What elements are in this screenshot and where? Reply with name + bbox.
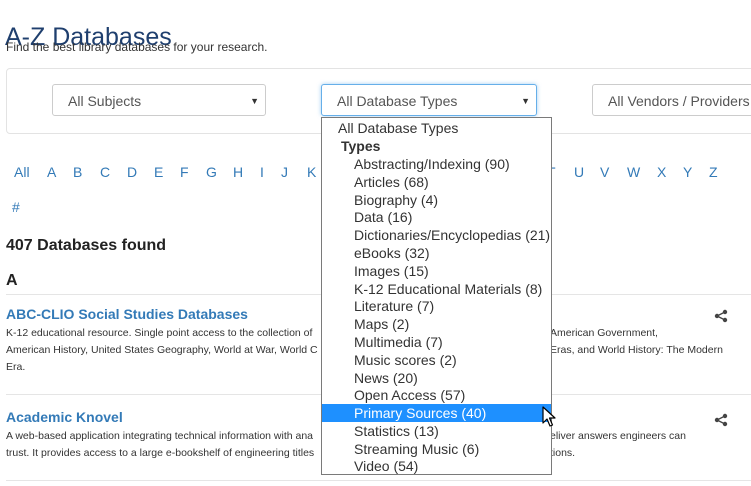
mouse-pointer-icon: [542, 406, 556, 427]
database-description-text: Eras, and World History: The Modern: [550, 344, 723, 356]
dropdown-option[interactable]: Statistics (13): [322, 422, 551, 440]
divider: [6, 480, 751, 481]
dropdown-option-highlighted[interactable]: Primary Sources (40): [322, 404, 551, 422]
database-description-text: K-12 educational resource. Single point …: [6, 327, 313, 339]
caret-down-icon: ▼: [521, 96, 530, 106]
dropdown-option[interactable]: K-12 Educational Materials (8): [322, 280, 551, 298]
share-icon[interactable]: [714, 413, 728, 427]
database-title-link[interactable]: Academic Knovel: [6, 409, 123, 425]
az-link-a[interactable]: A: [47, 164, 56, 180]
database-types-dropdown-list: All Database Types Types Abstracting/Ind…: [321, 117, 552, 475]
dropdown-option-all[interactable]: All Database Types: [322, 119, 551, 137]
az-link-v[interactable]: V: [600, 164, 609, 180]
dropdown-option[interactable]: Images (15): [322, 262, 551, 280]
database-description-text: tions.: [550, 447, 576, 459]
dropdown-option[interactable]: eBooks (32): [322, 244, 551, 262]
share-icon[interactable]: [714, 309, 728, 323]
dropdown-option[interactable]: Data (16): [322, 208, 551, 226]
dropdown-option[interactable]: Articles (68): [322, 173, 551, 191]
dropdown-option[interactable]: Literature (7): [322, 297, 551, 315]
az-link-all[interactable]: All: [14, 164, 30, 180]
results-count: 407 Databases found: [6, 237, 167, 254]
az-link-g[interactable]: G: [206, 164, 217, 180]
dropdown-option[interactable]: Multimedia (7): [322, 333, 551, 351]
az-link-h[interactable]: H: [233, 164, 243, 180]
az-link-y[interactable]: Y: [683, 164, 692, 180]
dropdown-option[interactable]: Music scores (2): [322, 351, 551, 369]
dropdown-option[interactable]: Video (54): [322, 457, 551, 475]
database-description-text: A web-based application integrating tech…: [6, 430, 314, 442]
az-link-hash[interactable]: #: [12, 199, 20, 215]
dropdown-option[interactable]: Open Access (57): [322, 386, 551, 404]
page-subtitle: Find the best library databases for your…: [6, 40, 268, 54]
az-link-f[interactable]: F: [180, 164, 189, 180]
az-link-z[interactable]: Z: [709, 164, 718, 180]
database-description-text: American History, United States Geograph…: [6, 344, 318, 356]
az-link-x[interactable]: X: [657, 164, 666, 180]
az-link-u[interactable]: U: [574, 164, 584, 180]
database-description-text: trust. It provides access to a large e-b…: [6, 447, 315, 459]
subjects-select[interactable]: All Subjects ▼: [52, 84, 266, 116]
database-description-text: Era.: [6, 361, 26, 373]
vendors-select-value: All Vendors / Providers: [608, 93, 750, 109]
dropdown-group-label: Types: [341, 138, 381, 154]
section-heading-letter: A: [6, 272, 18, 289]
dropdown-option[interactable]: Streaming Music (6): [322, 440, 551, 458]
subjects-select-value: All Subjects: [68, 93, 142, 109]
az-link-d[interactable]: D: [127, 164, 137, 180]
az-link-b[interactable]: B: [73, 164, 82, 180]
database-description-text: American Government,: [550, 327, 658, 339]
dropdown-option[interactable]: Dictionaries/Encyclopedias (21): [322, 226, 551, 244]
database-description-text: eliver answers engineers can: [550, 430, 686, 442]
dropdown-option[interactable]: Abstracting/Indexing (90): [322, 155, 551, 173]
dropdown-option[interactable]: Biography (4): [322, 191, 551, 209]
az-link-k[interactable]: K: [307, 164, 316, 180]
database-types-select-value: All Database Types: [337, 93, 458, 109]
database-types-select[interactable]: All Database Types ▼: [321, 84, 537, 116]
az-link-c[interactable]: C: [100, 164, 110, 180]
az-link-w[interactable]: W: [627, 164, 640, 180]
dropdown-option[interactable]: Maps (2): [322, 315, 551, 333]
az-link-i[interactable]: I: [260, 164, 264, 180]
vendors-select[interactable]: All Vendors / Providers: [592, 84, 751, 116]
az-link-e[interactable]: E: [154, 164, 163, 180]
caret-down-icon: ▼: [250, 96, 259, 106]
az-link-j[interactable]: J: [281, 164, 288, 180]
dropdown-option[interactable]: News (20): [322, 369, 551, 387]
database-title-link[interactable]: ABC-CLIO Social Studies Databases: [6, 306, 248, 322]
